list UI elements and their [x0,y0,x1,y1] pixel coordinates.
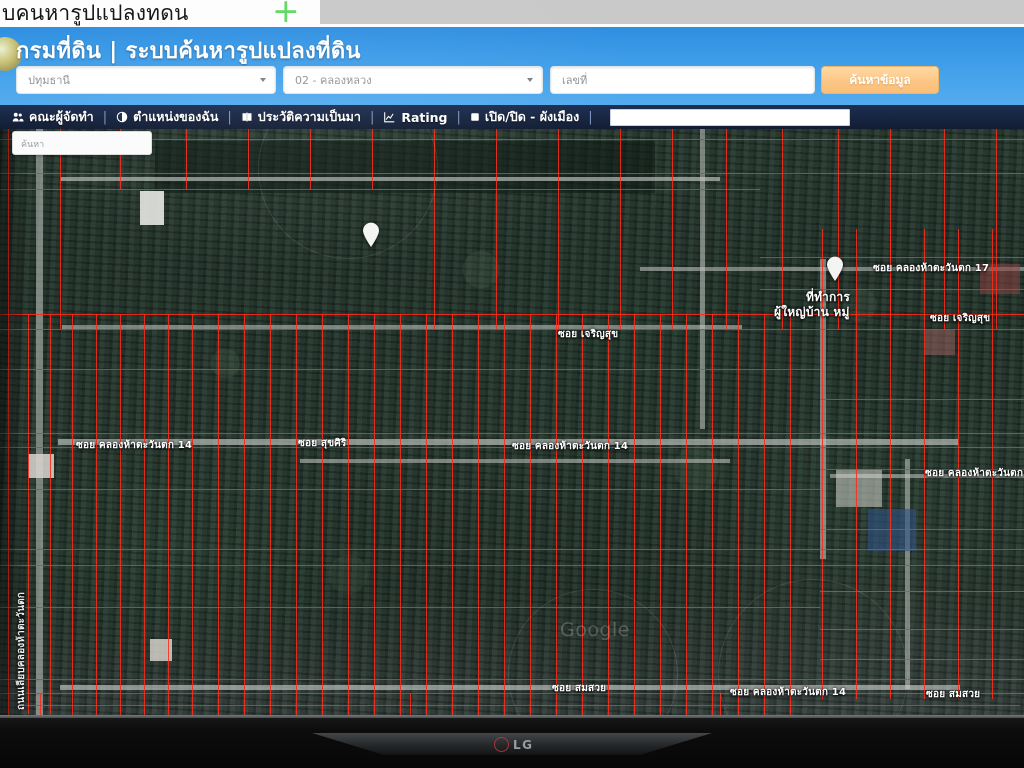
map-building [836,469,882,507]
map-search-box-placeholder: ค้นหา [21,140,45,150]
map-road [300,459,730,463]
chrome-toolbar-area [320,0,1024,24]
map-label-soi: ซอย คลองห้าตะวันตก 14 [925,468,1024,479]
browser-chrome-strip: บคนหารูปแปลงทดน + [0,0,1024,27]
book-icon [241,111,253,123]
browser-tab-title[interactable]: บคนหารูปแปลงทดน [2,0,189,27]
line-chart-icon [383,111,396,123]
search-form: ปทุมธานี 02 - คลองหลวง เลขที่ ค้นหาข้อมู… [0,66,1024,100]
new-tab-plus-icon[interactable]: + [272,0,300,27]
chevron-down-icon [260,78,266,82]
nav-item-my-location-label: ตำแหน่งของฉัน [133,109,219,124]
nav-item-credits-label: คณะผู้จัดทำ [29,109,94,124]
nav-item-rating-label: Rating [401,109,448,125]
map-label-soi: ซอย คลองห้าตะวันตก 14 [730,687,847,698]
monitor-photo-screenshot: บคนหารูปแปลงทดน + กรมที่ดิน | ระบบค้นหาร… [0,0,1024,768]
map-road [700,129,705,429]
nav-separator: | [369,109,375,125]
lg-logo-ring [494,737,509,752]
map-label-village-head: ผู้ใหญ่บ้าน หมู่ [774,305,850,319]
chevron-down-icon [527,78,533,82]
map-label-soi: ซอย คลองห้าตะวันตก 17 [873,263,990,274]
map-building [140,191,164,225]
village-head-office-marker-pin[interactable] [826,256,844,282]
map-building [28,454,54,478]
district-select[interactable]: 02 - คลองหลวง [283,66,543,94]
location-target-icon [116,111,128,123]
map-search-box[interactable]: ค้นหา [12,131,152,155]
map-label-soi: ซอย เจริญสุข [930,313,991,324]
map-viewport[interactable]: Google [0,129,1024,715]
nav-separator: | [102,109,108,125]
lg-logo-icon: LG [494,737,534,752]
nav-separator: | [456,109,461,125]
nav-item-city-plan-toggle[interactable]: เปิด/ปิด - ผังเมือง [470,107,579,127]
province-select-value: ปทุมธานี [28,74,70,87]
users-icon [12,111,24,123]
map-label-soi: ซอย สุขศิริ [298,438,347,449]
bezel-top-edge [0,715,1024,718]
main-nav-bar: คณะผู้จัดทำ | ตำแหน่งของฉัน | ประวัติควา… [0,105,1024,129]
map-label-soi: ซอย คลองห้าตะวันตก 14 [76,440,193,451]
nav-item-city-plan-toggle-label: เปิด/ปิด - ผังเมือง [484,109,580,124]
lg-brand-text: LG [513,737,534,752]
district-select-value: 02 - คลองหลวง [295,74,372,87]
map-label-soi: ซอย สมสวย [926,689,981,700]
map-label-soi: ซอย คลองห้าตะวันตก 14 [512,441,629,452]
map-building [925,329,955,355]
nav-search-input[interactable] [609,108,850,126]
map-building [868,509,916,551]
square-toggle-icon [470,112,480,122]
parcel-number-input[interactable]: เลขที่ [550,66,815,94]
map-label-soi: ซอย สมสวย [552,683,607,694]
nav-item-history-label: ประวัติความเป็นมา [257,109,361,124]
map-road [62,325,742,329]
parcel-number-placeholder: เลขที่ [562,74,588,87]
nav-separator: | [227,109,232,125]
province-select[interactable]: ปทุมธานี [16,66,276,94]
site-header: กรมที่ดิน | ระบบค้นหารูปแปลงที่ดิน ปทุมธ… [0,27,1024,105]
nav-item-my-location[interactable]: ตำแหน่งของฉัน [116,107,218,127]
page-title: กรมที่ดิน | ระบบค้นหารูปแปลงที่ดิน [16,39,361,64]
map-label-soi: ซอย เจริญสุข [558,329,619,340]
parcel-marker-pin[interactable] [362,222,380,248]
nav-item-rating[interactable]: Rating [383,109,448,125]
monitor-bezel: LG [0,715,1024,768]
map-label-road-vertical: ถนนเลียบคลองห้าตะวันตก [16,591,27,710]
nav-item-credits[interactable]: คณะผู้จัดทำ [12,107,94,127]
search-button[interactable]: ค้นหาข้อมูล [821,66,939,94]
google-watermark: Google [560,619,631,641]
nav-separator: | [588,109,593,125]
nav-item-history[interactable]: ประวัติความเป็นมา [241,107,361,127]
map-road [36,129,43,715]
map-building [150,639,172,661]
